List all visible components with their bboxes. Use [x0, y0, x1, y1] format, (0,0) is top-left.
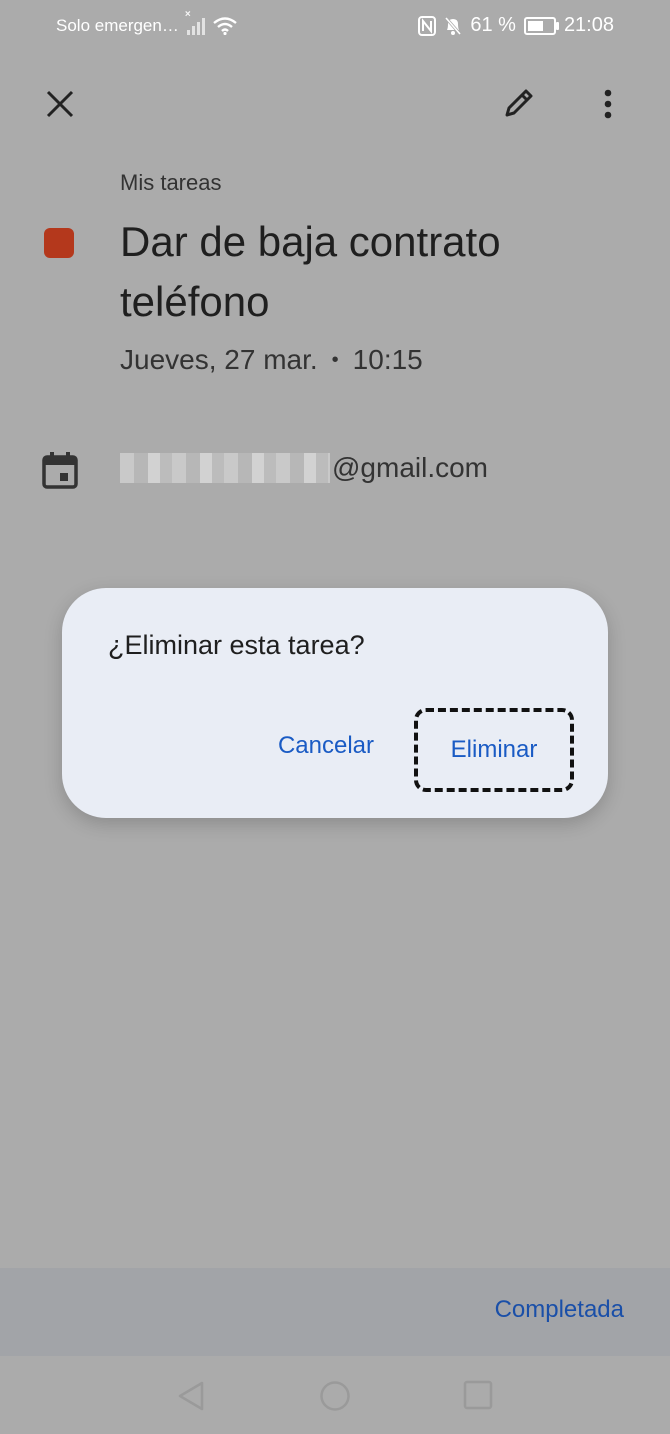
cancel-button[interactable]: Cancelar: [258, 714, 394, 778]
account-email: @gmail.com: [120, 452, 488, 484]
home-icon[interactable]: [319, 1380, 351, 1412]
delete-button[interactable]: Eliminar: [414, 708, 574, 792]
system-navigation-bar: [0, 1356, 670, 1434]
back-icon[interactable]: [176, 1380, 206, 1412]
battery-percent: 61 %: [470, 14, 516, 36]
task-title: Dar de baja contrato teléfono: [120, 218, 501, 325]
close-icon: [46, 90, 74, 118]
delete-task-dialog: ¿Eliminar esta tarea? Cancelar Eliminar: [62, 588, 608, 818]
bottom-action-bar: Completada: [0, 1268, 670, 1356]
wifi-icon: [213, 17, 237, 35]
task-date: Jueves, 27 mar.: [120, 344, 318, 375]
status-time: 21:08: [563, 14, 614, 36]
pencil-icon: [505, 89, 533, 117]
carrier-text: Solo emergen…: [56, 16, 179, 35]
status-right: 61 % 21:08: [418, 14, 614, 37]
battery-fill: [527, 20, 543, 31]
edit-button[interactable]: [494, 78, 544, 128]
task-list-name: Mis tareas: [120, 170, 222, 195]
close-button[interactable]: [36, 80, 84, 128]
redacted-email-user: [120, 453, 330, 483]
email-domain: @gmail.com: [332, 452, 489, 483]
nfc-icon: [418, 15, 437, 36]
more-vert-icon: [604, 89, 612, 119]
dialog-message: ¿Eliminar esta tarea?: [108, 630, 365, 660]
mark-complete-button[interactable]: Completada: [495, 1296, 624, 1324]
task-color-square: [44, 228, 74, 258]
task-due[interactable]: Jueves, 27 mar. • 10:15: [120, 344, 423, 376]
status-bar: Solo emergen… × 61 % 21:08: [0, 0, 670, 52]
more-options-button[interactable]: [586, 80, 630, 128]
no-signal-icon: ×: [185, 9, 205, 35]
recents-icon[interactable]: [463, 1380, 493, 1410]
battery-icon: [523, 16, 559, 35]
bell-off-icon: [445, 16, 462, 35]
task-time: 10:15: [352, 344, 423, 375]
calendar-icon: [42, 452, 78, 489]
separator-dot: •: [331, 348, 339, 371]
status-left: Solo emergen… ×: [56, 9, 237, 36]
